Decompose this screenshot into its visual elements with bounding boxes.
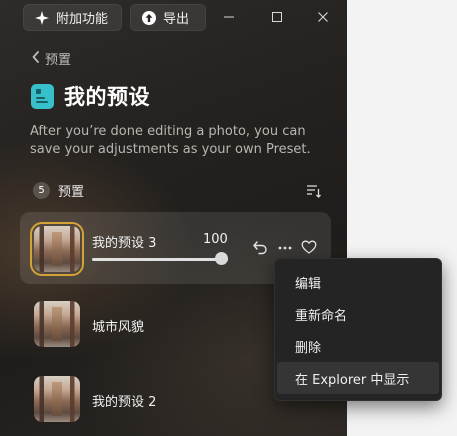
maximize-button[interactable] [259, 4, 295, 31]
sparkle-icon [34, 10, 50, 26]
addons-label: 附加功能 [56, 12, 109, 27]
menu-item-show-in-explorer[interactable]: 在 Explorer 中显示 [277, 362, 439, 394]
preset-thumbnail [34, 301, 80, 347]
page-title: 我的预设 [64, 85, 150, 109]
export-label: 导出 [163, 12, 190, 27]
preset-thumbnail [30, 222, 84, 276]
section-label: 预置 [58, 185, 85, 200]
favorite-button[interactable] [301, 239, 317, 259]
addons-button[interactable]: 附加功能 [23, 4, 122, 31]
sort-icon [306, 184, 322, 203]
more-button[interactable] [277, 239, 293, 259]
close-icon [317, 8, 329, 27]
preset-book-icon [31, 83, 54, 109]
presets-section-header: 5 预置 [33, 181, 84, 200]
preset-strength-slider[interactable] [92, 258, 228, 261]
minimize-icon [223, 8, 235, 27]
sort-button[interactable] [306, 183, 322, 203]
back-link[interactable]: 预置 [31, 49, 71, 68]
menu-item-edit[interactable]: 编辑 [275, 266, 441, 298]
heart-icon [301, 240, 317, 259]
page-header: 我的预设 [31, 81, 150, 111]
back-label: 预置 [45, 53, 72, 68]
slider-thumb[interactable] [215, 252, 228, 265]
minimize-button[interactable] [211, 4, 247, 31]
preset-name: 我的预设 3 [92, 236, 157, 251]
export-button[interactable]: 导出 [130, 4, 206, 31]
preset-context-menu: 编辑 重新命名 删除 在 Explorer 中显示 [274, 258, 442, 401]
slider-fill [92, 258, 228, 261]
undo-icon [252, 240, 268, 259]
undo-button[interactable] [252, 239, 268, 259]
maximize-icon [271, 8, 283, 27]
preset-name: 我的预设 2 [92, 395, 157, 410]
chevron-left-icon [31, 50, 41, 68]
menu-item-delete[interactable]: 删除 [275, 330, 441, 362]
preset-strength-value: 100 [203, 232, 228, 247]
close-button[interactable] [305, 4, 341, 31]
preset-thumbnail [34, 376, 80, 422]
page-description: After you’re done editing a photo, you c… [30, 124, 311, 157]
menu-item-rename[interactable]: 重新命名 [275, 298, 441, 330]
more-icon [277, 240, 293, 259]
preset-name: 城市风貌 [92, 320, 145, 335]
preset-count-badge: 5 [33, 182, 50, 199]
upload-icon [141, 10, 157, 26]
